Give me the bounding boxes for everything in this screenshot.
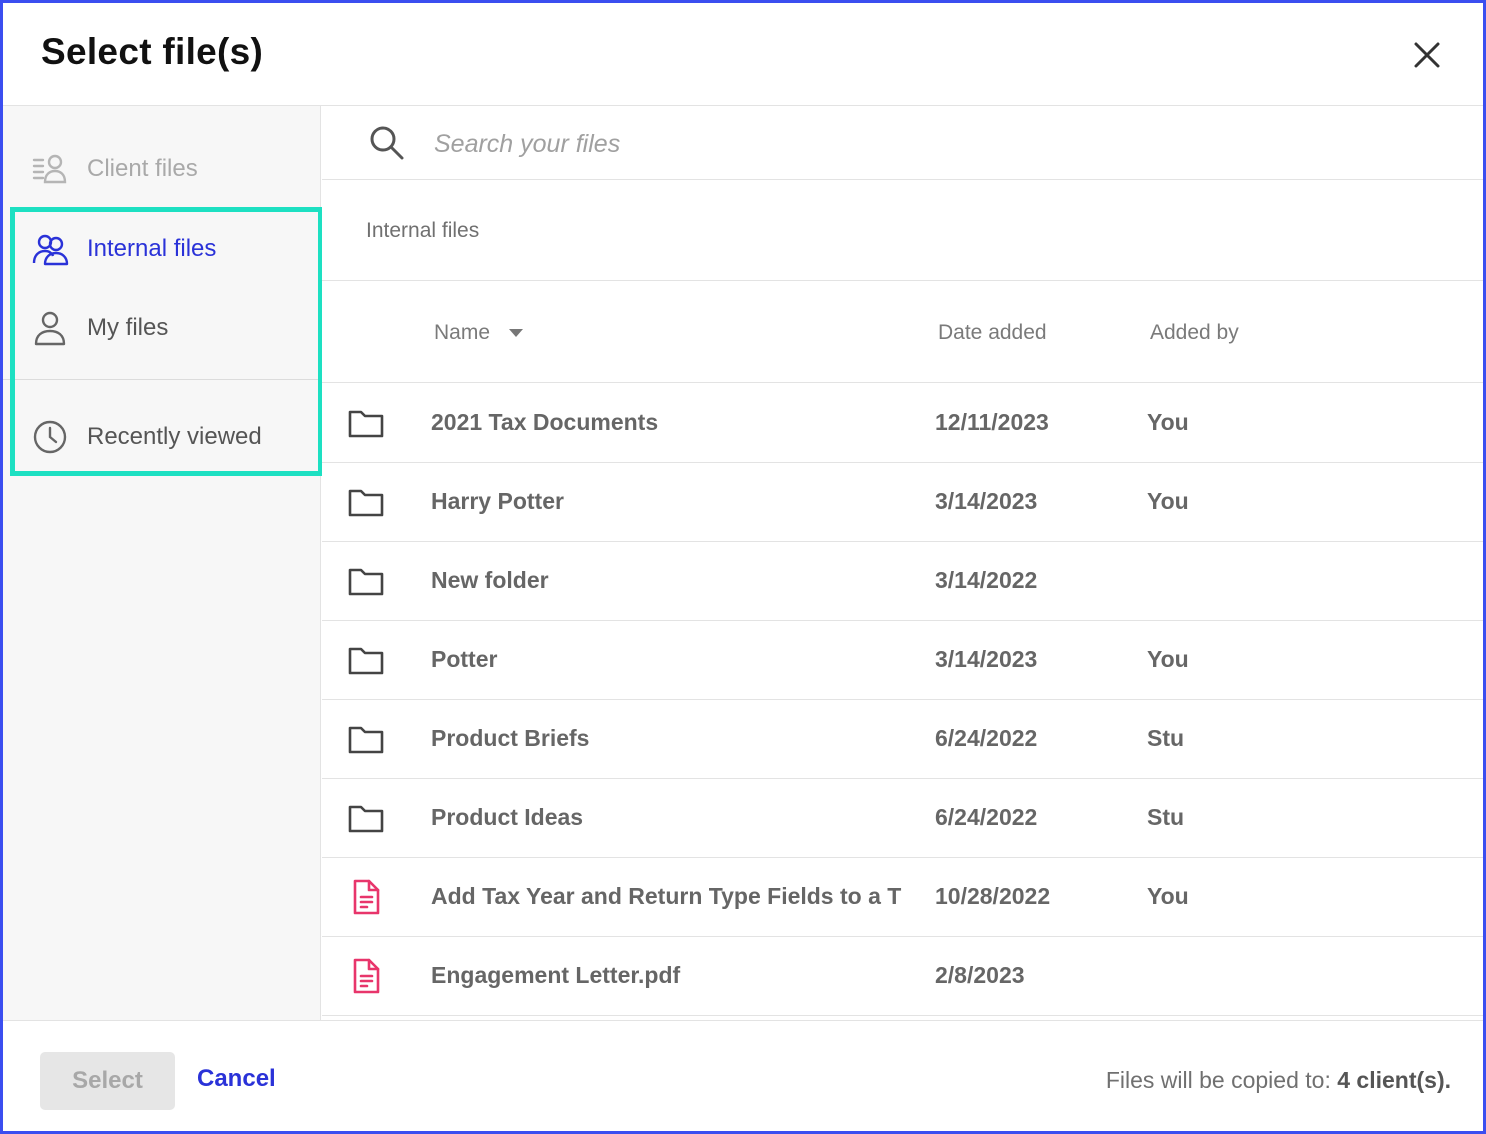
file-date: 3/14/2023 [935, 488, 1038, 514]
sidebar-item-label: Internal files [87, 235, 217, 262]
table-header: Name Date added Added by [322, 282, 1483, 383]
file-date: 6/24/2022 [935, 804, 1038, 830]
clock-icon [33, 420, 67, 454]
dialog-title: Select file(s) [41, 31, 264, 72]
table-row[interactable]: New folder 3/14/2022 [322, 542, 1483, 621]
dialog-header: Select file(s) [3, 3, 1483, 106]
table-row[interactable]: Harry Potter 3/14/2023 You [322, 463, 1483, 542]
file-added-by: You [1147, 409, 1189, 435]
sidebar-item-client-files[interactable]: Client files [3, 139, 321, 199]
search-icon [370, 126, 404, 160]
breadcrumb: Internal files [366, 219, 480, 242]
table-row[interactable]: Engagement Letter.pdf 2/8/2023 [322, 937, 1483, 1016]
file-date: 3/14/2023 [935, 646, 1038, 672]
search-bar [322, 106, 1483, 180]
caret-down-icon[interactable] [508, 328, 524, 338]
copy-destination-note: Files will be copied to: 4 client(s). [1106, 1067, 1451, 1094]
sidebar-item-recently-viewed[interactable]: Recently viewed [3, 407, 321, 467]
close-icon[interactable] [1407, 35, 1447, 75]
file-name: New folder [431, 567, 549, 593]
document-icon [353, 879, 380, 915]
table-row[interactable]: Product Briefs 6/24/2022 Stu [322, 700, 1483, 779]
file-added-by: Stu [1147, 804, 1185, 830]
folder-icon [348, 410, 384, 438]
document-icon [353, 958, 380, 994]
file-name: Product Briefs [431, 725, 590, 751]
sidebar-item-label: My files [87, 314, 169, 341]
table-row[interactable]: Product Ideas 6/24/2022 Stu [322, 779, 1483, 858]
file-added-by: You [1147, 883, 1189, 909]
file-name: Add Tax Year and Return Type Fields to a… [431, 883, 902, 909]
users-icon [32, 234, 69, 266]
file-date: 10/28/2022 [935, 883, 1051, 909]
file-name: 2021 Tax Documents [431, 409, 659, 435]
folder-icon [348, 568, 384, 596]
file-date: 6/24/2022 [935, 725, 1038, 751]
file-added-by: Stu [1147, 725, 1185, 751]
file-date: 12/11/2023 [935, 409, 1049, 435]
file-browser: Internal files Name Date added Added by … [322, 106, 1483, 1020]
table-row[interactable]: 2021 Tax Documents 12/11/2023 You [322, 384, 1483, 463]
file-name: Potter [431, 646, 498, 672]
folder-icon [348, 647, 384, 675]
file-name: Harry Potter [431, 488, 564, 514]
column-header-added-by: Added by [1150, 321, 1239, 344]
client-files-icon [32, 154, 67, 184]
copy-note-prefix: Files will be copied to: [1105, 1067, 1331, 1093]
sidebar-item-label: Recently viewed [87, 423, 262, 450]
sidebar: Client files Internal files My files Rec… [3, 106, 323, 1020]
column-header-date-added: Date added [938, 321, 1047, 344]
select-files-dialog: Select file(s) Client files Internal fil… [0, 0, 1486, 1134]
copy-note-target: 4 client(s). [1337, 1067, 1451, 1093]
file-added-by: You [1147, 488, 1189, 514]
table-row[interactable]: Potter 3/14/2023 You [322, 621, 1483, 700]
folder-icon [348, 726, 384, 754]
table-row[interactable]: Add Tax Year and Return Type Fields to a… [322, 858, 1483, 937]
sidebar-item-internal-files[interactable]: Internal files [3, 219, 321, 279]
file-name: Product Ideas [431, 804, 584, 830]
user-icon [34, 311, 66, 346]
file-date: 2/8/2023 [935, 962, 1025, 988]
breadcrumb-bar: Internal files [322, 181, 1483, 281]
sidebar-divider [3, 379, 321, 380]
file-added-by: You [1147, 646, 1189, 672]
file-list: 2021 Tax Documents 12/11/2023 You Harry … [322, 384, 1483, 1016]
search-input[interactable] [434, 124, 1434, 164]
column-header-name[interactable]: Name [434, 321, 490, 345]
select-button[interactable]: Select [40, 1052, 175, 1110]
folder-icon [348, 489, 384, 517]
sidebar-item-label: Client files [87, 155, 198, 182]
dialog-footer: Select Cancel Files will be copied to: 4… [3, 1020, 1483, 1131]
file-date: 3/14/2022 [935, 567, 1038, 593]
folder-icon [348, 805, 384, 833]
sidebar-item-my-files[interactable]: My files [3, 298, 321, 358]
file-name: Engagement Letter.pdf [431, 962, 681, 988]
cancel-button[interactable]: Cancel [197, 1065, 276, 1093]
